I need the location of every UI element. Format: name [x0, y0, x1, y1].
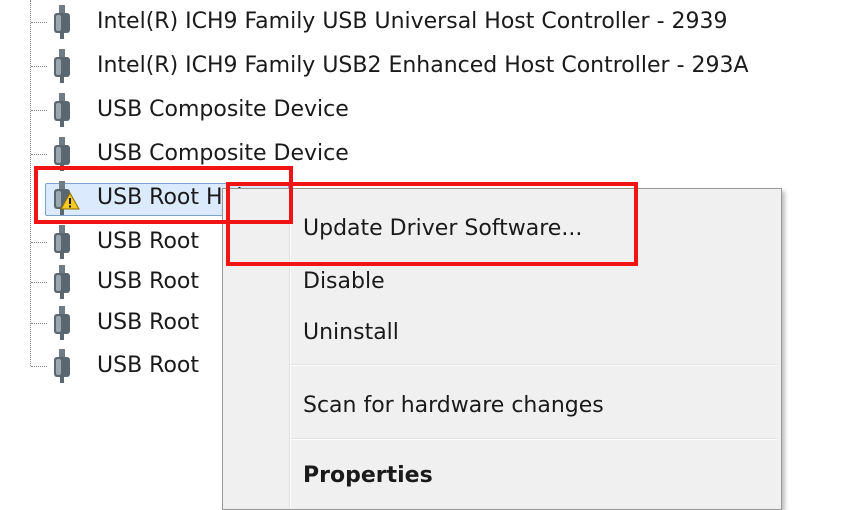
usb-plug-icon [50, 349, 74, 383]
usb-plug-icon [50, 306, 74, 340]
menu-item-uninstall[interactable]: Uninstall [303, 319, 399, 347]
tree-item-label: Intel(R) ICH9 Family USB2 Enhanced Host … [97, 53, 749, 78]
menu-separator [291, 364, 777, 366]
tree-item-label: USB Composite Device [97, 97, 349, 122]
tree-branch-line [31, 154, 47, 155]
tree-branch-line [31, 242, 47, 243]
tree-item[interactable]: USB Composite Device [0, 88, 849, 132]
usb-plug-icon [50, 5, 74, 39]
highlight-box-update-driver [226, 182, 638, 266]
tree-branch-line [31, 282, 47, 283]
usb-plug-icon [50, 93, 74, 127]
usb-plug-icon [50, 265, 74, 299]
menu-item-disable[interactable]: Disable [303, 268, 385, 296]
tree-branch-line [31, 323, 47, 324]
tree-item-label: Intel(R) ICH9 Family USB Universal Host … [97, 9, 728, 34]
tree-branch-line [31, 66, 47, 67]
tree-item[interactable]: Intel(R) ICH9 Family USB Universal Host … [0, 0, 849, 44]
tree-item-label: USB Root [97, 229, 199, 254]
usb-plug-icon [50, 49, 74, 83]
tree-item-label: USB Root [97, 310, 199, 335]
menu-item-properties[interactable]: Properties [303, 462, 433, 490]
tree-item-label: USB Root [97, 269, 199, 294]
menu-separator [291, 438, 777, 440]
menu-item-scan-hardware[interactable]: Scan for hardware changes [303, 392, 604, 420]
tree-branch-line [31, 366, 47, 367]
usb-plug-icon [50, 225, 74, 259]
tree-item[interactable]: Intel(R) ICH9 Family USB2 Enhanced Host … [0, 44, 849, 88]
tree-branch-line [31, 22, 47, 23]
tree-branch-line [31, 110, 47, 111]
tree-item-label: USB Root [97, 353, 199, 378]
